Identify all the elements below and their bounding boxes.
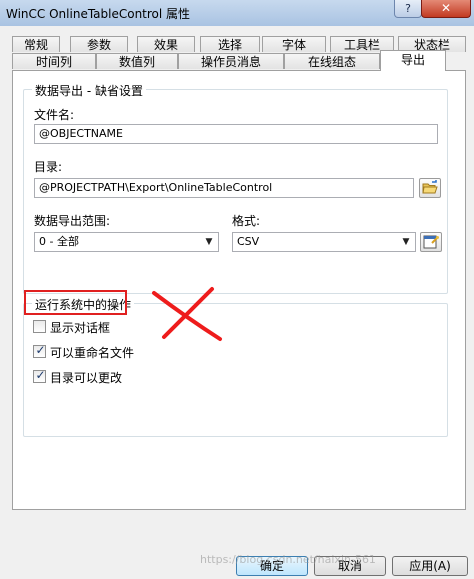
tab-general[interactable]: 常规 [12,36,60,52]
directory-field[interactable]: @PROJECTPATH\Export\OnlineTableControl [34,178,414,198]
export-range-select[interactable]: 0 - 全部 ▼ [34,232,219,252]
show-dialog-checkbox[interactable] [33,320,46,333]
format-label: 格式: [232,214,261,228]
format-settings-icon [423,235,439,249]
show-dialog-label: 显示对话框 [50,321,111,335]
help-button[interactable]: ? [394,0,422,18]
directory-label: 目录: [34,160,63,174]
tab-online-config[interactable]: 在线组态 [284,53,380,69]
tab-operator-messages[interactable]: 操作员消息 [178,53,284,69]
window-title: WinCC OnlineTableControl 属性 [6,7,191,21]
folder-open-icon [422,180,438,194]
filename-label: 文件名: [34,108,75,122]
red-cross-mark-icon [152,287,222,341]
format-settings-button[interactable] [420,232,442,252]
browse-folder-button[interactable] [419,178,441,198]
format-value: CSV [237,235,260,248]
close-button[interactable]: ✕ [421,0,471,18]
export-defaults-group-title: 数据导出 - 缺省设置 [32,82,146,99]
export-range-value: 0 - 全部 [39,235,79,248]
export-range-label: 数据导出范围: [34,214,111,228]
rename-file-checkbox[interactable]: ✓ [33,343,46,358]
apply-button[interactable]: 应用(A) [392,556,468,576]
tab-selection[interactable]: 选择 [200,36,260,52]
dropdown-arrow-icon: ▼ [205,237,213,247]
red-highlight-box [24,290,127,315]
tab-font[interactable]: 字体 [262,36,326,52]
filename-field[interactable]: @OBJECTNAME [34,124,438,144]
export-defaults-group: 数据导出 - 缺省设置 文件名: @OBJECTNAME 目录: @PROJEC… [23,82,448,294]
check-icon: ✓ [35,343,46,357]
change-directory-label: 目录可以更改 [50,371,123,385]
rename-file-label: 可以重命名文件 [50,346,135,360]
tab-export[interactable]: 导出 [380,50,446,71]
check-icon: ✓ [35,368,46,382]
tab-parameters[interactable]: 参数 [70,36,128,52]
tab-value-column[interactable]: 数值列 [96,53,178,69]
watermark: https://blog.csdn.net/haixin-561 [200,553,376,566]
title-bar: WinCC OnlineTableControl 属性 ? ✕ [0,0,474,27]
dropdown-arrow-icon: ▼ [402,237,410,247]
change-directory-checkbox[interactable]: ✓ [33,368,46,383]
format-select[interactable]: CSV ▼ [232,232,416,252]
tab-effects[interactable]: 效果 [137,36,195,52]
tab-time-column[interactable]: 时间列 [12,53,96,69]
